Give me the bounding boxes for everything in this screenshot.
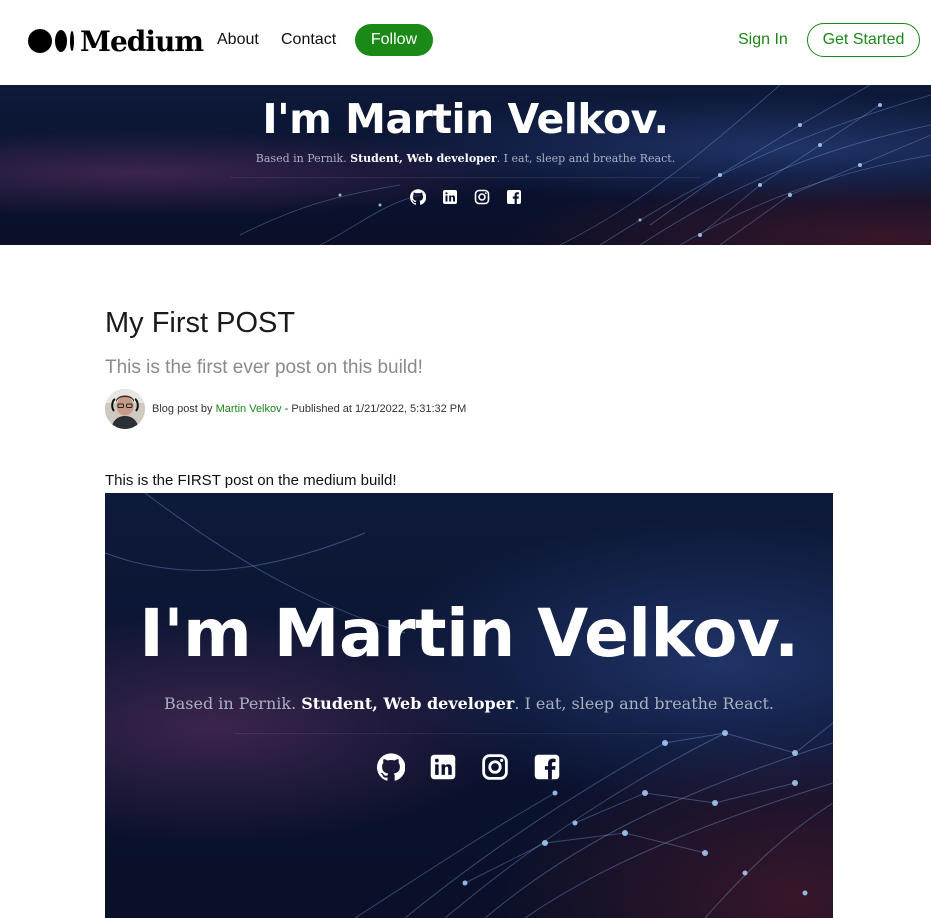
post-image-title: I'm Martin Velkov. xyxy=(139,595,799,672)
logo-text: Medium xyxy=(80,24,204,58)
follow-button[interactable]: Follow xyxy=(355,24,433,56)
banner-social-icons xyxy=(0,189,931,205)
facebook-icon xyxy=(533,753,561,781)
post-title: My First POST xyxy=(105,307,296,339)
banner-title: I'm Martin Velkov. xyxy=(262,95,669,143)
profile-banner: I'm Martin Velkov. Based in Pernik. Stud… xyxy=(0,85,931,245)
get-started-button[interactable]: Get Started xyxy=(807,23,920,57)
post-image: I'm Martin Velkov. Based in Pernik. Stud… xyxy=(105,493,833,918)
post-body-text: This is the FIRST post on the medium bui… xyxy=(105,472,397,489)
post-byline: Blog post by Martin Velkov - Published a… xyxy=(152,403,467,415)
instagram-icon xyxy=(481,753,509,781)
post-image-social-icons xyxy=(105,753,833,781)
medium-logo[interactable]: Medium xyxy=(28,24,204,58)
top-navbar: Medium About Contact Follow Sign In Get … xyxy=(0,0,931,85)
medium-logo-icon xyxy=(28,29,74,53)
sign-in-link[interactable]: Sign In xyxy=(738,31,788,49)
github-icon xyxy=(377,753,405,781)
linkedin-icon xyxy=(429,753,457,781)
nav-contact-link[interactable]: Contact xyxy=(281,31,336,49)
facebook-icon[interactable] xyxy=(506,189,522,205)
post-image-divider xyxy=(235,733,705,734)
post-image-subtitle: Based in Pernik. Student, Web developer.… xyxy=(163,694,775,713)
nav-about-link[interactable]: About xyxy=(217,31,259,49)
banner-subtitle: Based in Pernik. Student, Web developer.… xyxy=(255,152,676,165)
banner-divider xyxy=(230,177,700,178)
instagram-icon[interactable] xyxy=(474,189,490,205)
post-subtitle: This is the first ever post on this buil… xyxy=(105,357,423,378)
author-link[interactable]: Martin Velkov xyxy=(216,403,282,415)
github-icon[interactable] xyxy=(409,189,426,205)
author-avatar[interactable] xyxy=(105,389,145,429)
linkedin-icon[interactable] xyxy=(442,189,458,205)
